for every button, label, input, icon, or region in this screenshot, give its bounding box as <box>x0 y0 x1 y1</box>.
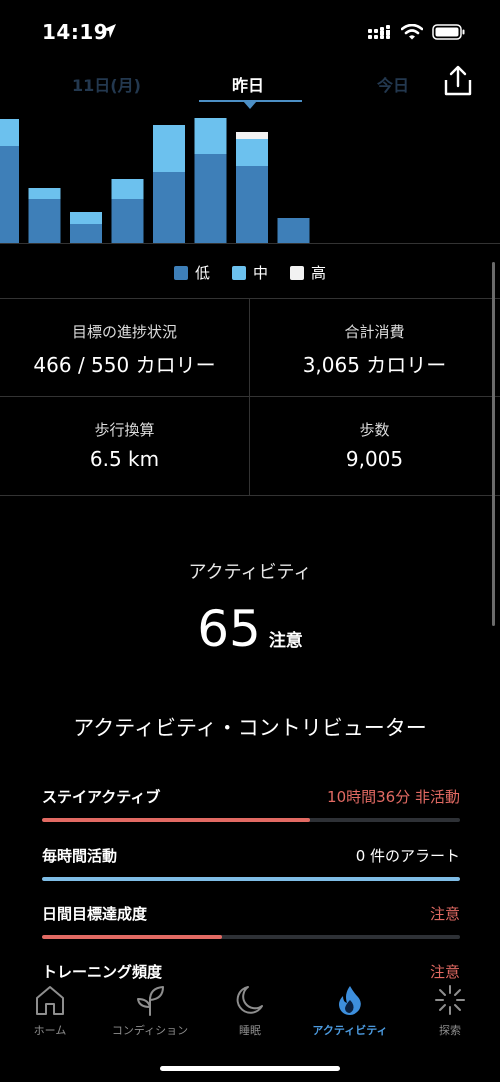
chart-bar-cap <box>194 118 227 122</box>
legend-item-low: 低 <box>173 262 210 283</box>
date-selector: 11日(月) 昨日 今日 <box>0 64 500 109</box>
moon-icon <box>236 986 263 1014</box>
contributor-label: トレーニング頻度 <box>42 963 163 981</box>
stat-value: 9,005 <box>345 447 404 471</box>
scroll-indicator[interactable] <box>492 262 495 626</box>
chart-bar-cap <box>111 179 144 183</box>
date-tab-previous[interactable]: 11日(月) <box>72 72 141 96</box>
chart-bar-segment <box>236 139 268 166</box>
legend-label-high: 高 <box>311 264 327 282</box>
chart-bar-cap <box>0 119 19 123</box>
activity-score-row[interactable]: 65 注意 <box>0 600 500 658</box>
chart-bar-segment <box>153 125 185 172</box>
stat-label: 目標の進捗状況 <box>71 323 177 341</box>
contributor-progress-track <box>42 935 460 939</box>
stats-grid: 目標の進捗状況 466 / 550 カロリー 合計消費 3,065 カロリー 歩… <box>0 298 500 496</box>
home-icon <box>36 986 64 1015</box>
chart-bar-segment <box>153 172 185 243</box>
contributor-value: 注意 <box>429 905 460 923</box>
contributor-progress-track <box>42 877 460 881</box>
contributor-value: 0 件のアラート <box>355 847 460 865</box>
stat-goal-progress: 目標の進捗状況 466 / 550 カロリー <box>0 299 249 396</box>
activity-score: 65 <box>197 600 261 658</box>
legend-label-low: 低 <box>194 264 210 282</box>
contributor-value: 10時間36分 非活動 <box>327 788 460 806</box>
chart-legend: 低 中 高 <box>0 262 500 283</box>
stat-steps: 歩数 9,005 <box>250 397 499 494</box>
contributor-progress-fill <box>42 877 460 881</box>
chart-baseline <box>0 243 500 244</box>
contributors-title: アクティビティ・コントリビューター <box>73 716 427 740</box>
home-indicator <box>160 1066 340 1071</box>
legend-item-medium: 中 <box>231 262 268 283</box>
chart-bar-segment <box>0 146 19 243</box>
legend-item-high: 高 <box>290 262 326 283</box>
status-icons <box>368 24 466 40</box>
location-arrow-icon <box>102 24 116 38</box>
cellular-signal-icon <box>368 25 390 39</box>
stat-value: 466 / 550 カロリー <box>33 353 216 377</box>
legend-swatch-low <box>173 265 188 280</box>
chart-bar-segment <box>236 166 268 243</box>
tab-label: アクティビティ <box>312 1024 388 1037</box>
stat-label: 歩数 <box>359 421 390 439</box>
sparkle-icon <box>435 985 465 1015</box>
activity-intensity-chart <box>0 118 310 243</box>
contributor-label: ステイアクティブ <box>42 788 161 806</box>
legend-swatch-medium <box>231 265 246 280</box>
chart-bar-segment <box>70 224 102 243</box>
legend-swatch-high <box>290 265 304 280</box>
tab-label: 探索 <box>439 1024 461 1037</box>
stat-label: 合計消費 <box>344 323 405 341</box>
chart-bar-cap <box>277 218 310 222</box>
contributor-progress-fill <box>42 935 222 939</box>
date-tab-next[interactable]: 今日 <box>377 72 409 96</box>
contributor-progress-track <box>42 818 460 822</box>
legend-label-medium: 中 <box>252 264 268 282</box>
wifi-icon <box>401 24 423 40</box>
date-tab-current[interactable]: 昨日 <box>232 72 264 96</box>
status-bar: 14:19 <box>0 0 500 64</box>
stat-label: 歩行換算 <box>94 421 155 439</box>
activity-heading: アクティビティ <box>188 562 312 583</box>
flame-icon <box>339 986 361 1015</box>
contributor-progress-fill <box>42 818 310 822</box>
contributor-value: 注意 <box>429 963 460 981</box>
chart-bar-cap <box>153 125 185 129</box>
stat-walking-distance: 歩行換算 6.5 km <box>0 397 249 494</box>
stat-total-burn: 合計消費 3,065 カロリー <box>250 299 499 396</box>
chart-bar-cap <box>236 132 268 136</box>
tab-label: ホーム <box>33 1024 67 1037</box>
status-time: 14:19 <box>42 20 109 44</box>
contributor-label: 日間目標達成度 <box>42 905 148 923</box>
share-icon[interactable] <box>438 64 478 100</box>
chart-bar-segment <box>194 118 227 154</box>
stat-value: 3,065 カロリー <box>302 353 447 377</box>
tab-label: 睡眠 <box>239 1024 261 1037</box>
chart-bar-segment <box>194 154 227 243</box>
chart-bar-segment <box>0 119 19 146</box>
stat-value: 6.5 km <box>89 447 160 471</box>
tab-label: コンディション <box>111 1024 189 1037</box>
chart-bar-cap <box>70 212 102 216</box>
chart-bar-cap <box>28 188 61 192</box>
battery-icon <box>432 24 465 40</box>
chart-bar-segment <box>28 199 61 243</box>
contributor-label: 毎時間活動 <box>42 847 118 865</box>
activity-status: 注意 <box>268 631 303 651</box>
chart-bar-segment <box>111 199 144 243</box>
sprout-icon <box>137 986 164 1016</box>
